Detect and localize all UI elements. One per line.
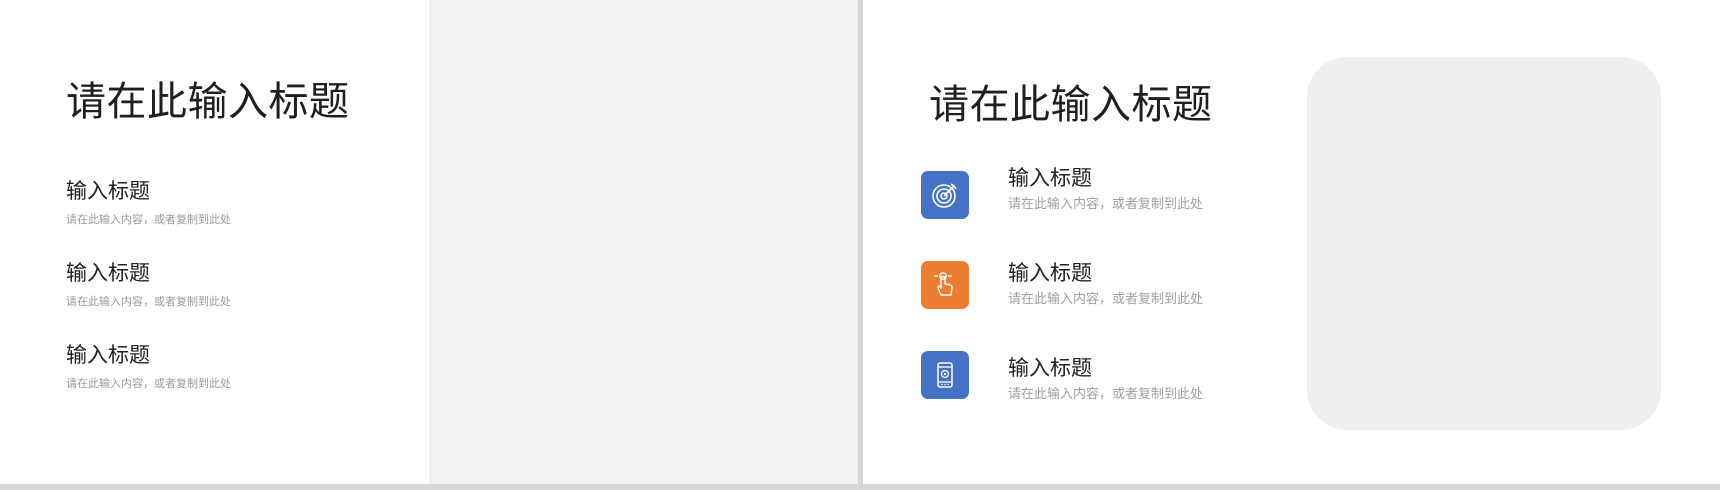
item-heading: 输入标题: [1008, 356, 1092, 380]
icon-box-target: [921, 171, 969, 219]
item-description: 请在此输入内容，或者复制到此处: [66, 377, 231, 390]
page-title: 请在此输入标题: [929, 82, 1213, 128]
list-item: 输入标题 请在此输入内容，或者复制到此处: [1008, 165, 1203, 212]
icon-box-hand: [921, 261, 969, 309]
list-item: 输入标题 请在此输入内容，或者复制到此处: [66, 178, 231, 227]
list-item: 输入标题 请在此输入内容，或者复制到此处: [1008, 260, 1203, 307]
item-heading: 输入标题: [66, 261, 150, 285]
item-heading: 输入标题: [1008, 166, 1092, 190]
list-item: 输入标题 请在此输入内容，或者复制到此处: [66, 342, 231, 391]
phone-icon: [937, 362, 953, 388]
item-description: 请在此输入内容，或者复制到此处: [1008, 292, 1204, 307]
item-heading: 输入标题: [66, 343, 150, 367]
hand-pointer-icon: [934, 272, 953, 296]
page-title: 请在此输入标题: [66, 79, 350, 125]
item-description: 请在此输入内容，或者复制到此处: [1008, 197, 1204, 212]
list-item: 输入标题 请在此输入内容，或者复制到此处: [66, 260, 231, 309]
image-placeholder[interactable]: [429, 0, 858, 484]
slide-left[interactable]: 请在此输入标题 输入标题 请在此输入内容，或者复制到此处 输入标题 请在此输入内…: [0, 0, 858, 484]
slide-right[interactable]: 请在此输入标题 输入标题 请在此输入内容，或者复制到此处 输入标题 请在此输入内…: [863, 0, 1720, 484]
item-heading: 输入标题: [66, 179, 150, 203]
canvas: 请在此输入标题 输入标题 请在此输入内容，或者复制到此处 输入标题 请在此输入内…: [0, 0, 1720, 490]
image-placeholder[interactable]: [1307, 57, 1661, 430]
icon-box-phone: [921, 351, 969, 399]
list-item: 输入标题 请在此输入内容，或者复制到此处: [1008, 355, 1203, 402]
item-heading: 输入标题: [1008, 261, 1092, 285]
item-description: 请在此输入内容，或者复制到此处: [1008, 387, 1204, 402]
target-icon: [932, 183, 957, 208]
item-description: 请在此输入内容，或者复制到此处: [66, 295, 231, 308]
item-description: 请在此输入内容，或者复制到此处: [66, 213, 231, 226]
